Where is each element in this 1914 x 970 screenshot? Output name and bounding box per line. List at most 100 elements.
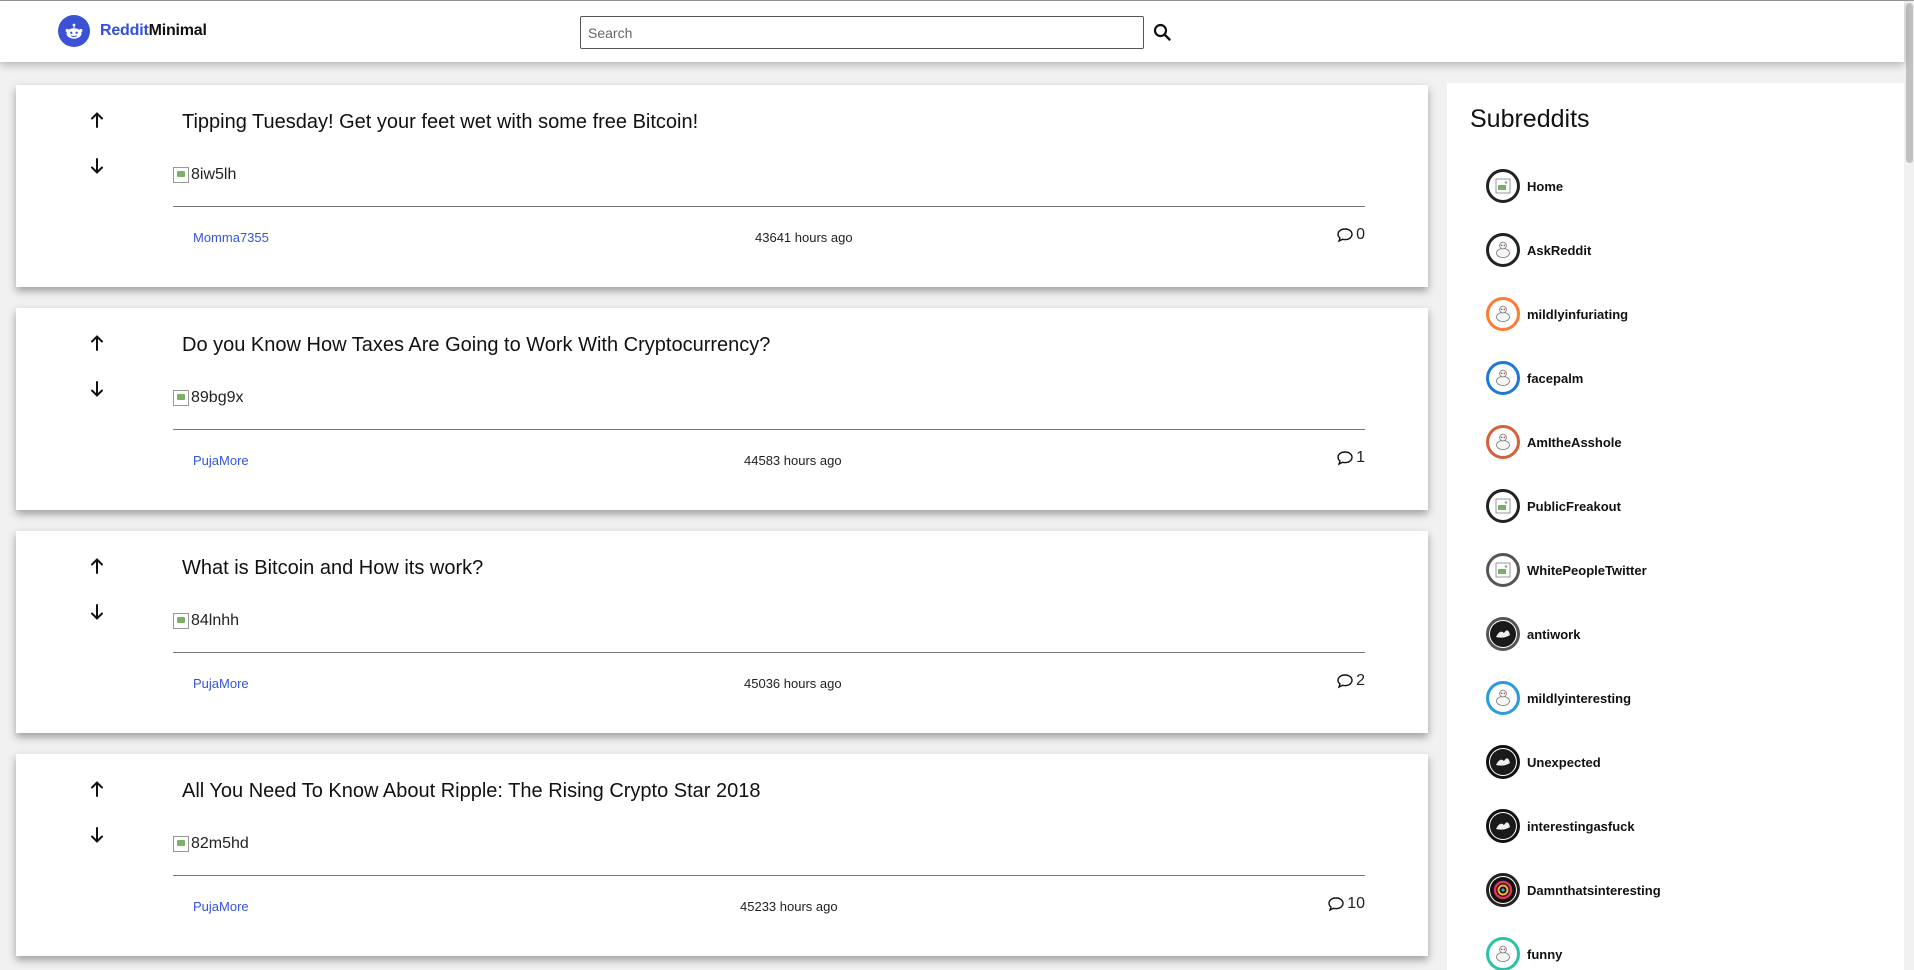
post-timestamp: 44583 hours ago bbox=[744, 453, 842, 468]
arrow-down-icon bbox=[91, 604, 103, 620]
subreddit-item-interestingasfuck[interactable]: interestingasfuck bbox=[1486, 809, 1635, 843]
upvote-button[interactable] bbox=[85, 108, 109, 132]
comments-button[interactable]: 2 bbox=[1336, 672, 1365, 690]
post-image-alt: 84lnhh bbox=[191, 612, 240, 629]
arrow-down-icon bbox=[91, 827, 103, 843]
top-header: RedditMinimal bbox=[0, 1, 1904, 62]
subreddit-label: PublicFreakout bbox=[1527, 498, 1621, 514]
comments-button[interactable]: 0 bbox=[1336, 226, 1365, 244]
subreddit-label: interestingasfuck bbox=[1527, 818, 1635, 834]
broken-image-icon bbox=[173, 836, 189, 852]
comments-button[interactable]: 1 bbox=[1336, 449, 1365, 467]
subreddit-item-damnthatsinteresting[interactable]: Damnthatsinteresting bbox=[1486, 873, 1661, 907]
arrow-up-icon bbox=[91, 335, 103, 351]
post-card: Do you Know How Taxes Are Going to Work … bbox=[16, 308, 1428, 510]
subreddit-avatar-icon bbox=[1486, 873, 1520, 907]
subreddit-label: funny bbox=[1527, 946, 1563, 962]
subreddit-avatar-icon bbox=[1486, 809, 1520, 843]
subreddit-item-whitepeopletwitter[interactable]: WhitePeopleTwitter bbox=[1486, 553, 1647, 587]
post-image: 84lnhh bbox=[173, 612, 239, 630]
downvote-button[interactable] bbox=[85, 823, 109, 847]
subreddit-avatar-icon bbox=[1486, 169, 1520, 203]
subreddit-avatar-icon bbox=[1486, 297, 1520, 331]
upvote-button[interactable] bbox=[85, 554, 109, 578]
post-divider bbox=[173, 652, 1365, 653]
post-author[interactable]: PujaMore bbox=[193, 676, 249, 691]
comment-count: 2 bbox=[1356, 672, 1365, 689]
comments-button[interactable]: 10 bbox=[1327, 895, 1365, 913]
subreddit-avatar-icon bbox=[1486, 233, 1520, 267]
arrow-up-icon bbox=[91, 112, 103, 128]
post-title[interactable]: Tipping Tuesday! Get your feet wet with … bbox=[182, 111, 698, 134]
arrow-down-icon bbox=[91, 158, 103, 174]
downvote-button[interactable] bbox=[85, 600, 109, 624]
subreddit-item-amitheasshole[interactable]: AmItheAsshole bbox=[1486, 425, 1622, 459]
subreddit-item-mildlyinfuriating[interactable]: mildlyinfuriating bbox=[1486, 297, 1628, 331]
subreddit-item-askreddit[interactable]: AskReddit bbox=[1486, 233, 1591, 267]
arrow-down-icon bbox=[91, 381, 103, 397]
subreddit-avatar-icon bbox=[1486, 425, 1520, 459]
broken-image-icon bbox=[173, 167, 189, 183]
broken-image-icon bbox=[173, 613, 189, 629]
subreddit-avatar-icon bbox=[1486, 937, 1520, 970]
comment-icon bbox=[1337, 674, 1353, 689]
post-image: 82m5hd bbox=[173, 835, 249, 853]
subreddit-label: AmItheAsshole bbox=[1527, 434, 1622, 450]
upvote-button[interactable] bbox=[85, 331, 109, 355]
arrow-up-icon bbox=[91, 781, 103, 797]
subreddit-label: Damnthatsinteresting bbox=[1527, 882, 1661, 898]
subreddit-item-facepalm[interactable]: facepalm bbox=[1486, 361, 1583, 395]
post-timestamp: 43641 hours ago bbox=[755, 230, 853, 245]
subreddit-avatar-icon bbox=[1486, 617, 1520, 651]
comment-count: 10 bbox=[1347, 895, 1365, 912]
subreddit-avatar-icon bbox=[1486, 489, 1520, 523]
post-image: 89bg9x bbox=[173, 389, 244, 407]
post-card: What is Bitcoin and How its work? 84lnhh… bbox=[16, 531, 1428, 733]
post-title[interactable]: Do you Know How Taxes Are Going to Work … bbox=[182, 334, 770, 357]
logo-text: RedditMinimal bbox=[100, 22, 207, 40]
post-image-alt: 8iw5lh bbox=[191, 166, 237, 183]
post-title[interactable]: What is Bitcoin and How its work? bbox=[182, 557, 483, 580]
subreddit-avatar-icon bbox=[1486, 361, 1520, 395]
logo-text-minimal: Minimal bbox=[148, 22, 207, 39]
post-divider bbox=[173, 206, 1365, 207]
upvote-button[interactable] bbox=[85, 777, 109, 801]
subreddit-label: mildlyinteresting bbox=[1527, 690, 1632, 706]
post-title[interactable]: All You Need To Know About Ripple: The R… bbox=[182, 780, 761, 803]
subreddit-item-mildlyinteresting[interactable]: mildlyinteresting bbox=[1486, 681, 1631, 715]
subreddit-label: Home bbox=[1527, 178, 1564, 194]
post-author[interactable]: PujaMore bbox=[193, 453, 249, 468]
search-button[interactable] bbox=[1151, 21, 1173, 43]
subreddit-avatar-icon bbox=[1486, 745, 1520, 779]
subreddit-item-unexpected[interactable]: Unexpected bbox=[1486, 745, 1601, 779]
post-author[interactable]: Momma7355 bbox=[193, 230, 269, 245]
post-author[interactable]: PujaMore bbox=[193, 899, 249, 914]
comment-icon bbox=[1337, 451, 1353, 466]
sidebar-title: Subreddits bbox=[1470, 105, 1590, 133]
downvote-button[interactable] bbox=[85, 377, 109, 401]
subreddit-avatar-icon bbox=[1486, 553, 1520, 587]
subreddit-item-funny[interactable]: funny bbox=[1486, 937, 1562, 970]
search-input[interactable] bbox=[580, 16, 1144, 49]
subreddit-item-antiwork[interactable]: antiwork bbox=[1486, 617, 1580, 651]
post-image-alt: 82m5hd bbox=[191, 835, 249, 852]
broken-image-icon bbox=[173, 390, 189, 406]
post-divider bbox=[173, 429, 1365, 430]
search-icon bbox=[1153, 23, 1171, 41]
subreddit-item-home[interactable]: Home bbox=[1486, 169, 1563, 203]
scrollbar-thumb[interactable] bbox=[1906, 3, 1913, 163]
downvote-button[interactable] bbox=[85, 154, 109, 178]
page-scrollbar[interactable] bbox=[1904, 1, 1914, 970]
logo[interactable]: RedditMinimal bbox=[58, 15, 207, 47]
comment-icon bbox=[1328, 897, 1344, 912]
reddit-logo-icon bbox=[58, 15, 90, 47]
arrow-up-icon bbox=[91, 558, 103, 574]
subreddit-label: antiwork bbox=[1527, 626, 1581, 642]
post-divider bbox=[173, 875, 1365, 876]
subreddit-label: AskReddit bbox=[1527, 242, 1592, 258]
comment-count: 0 bbox=[1356, 226, 1365, 243]
post-timestamp: 45036 hours ago bbox=[744, 676, 842, 691]
subreddit-item-publicfreakout[interactable]: PublicFreakout bbox=[1486, 489, 1621, 523]
subreddit-avatar-icon bbox=[1486, 681, 1520, 715]
comment-icon bbox=[1337, 228, 1353, 243]
